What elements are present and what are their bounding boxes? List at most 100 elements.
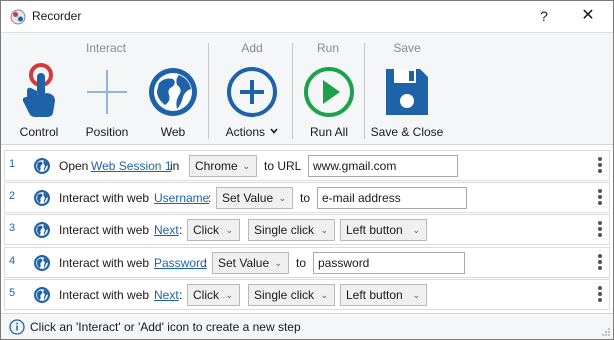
control-label: Control [19, 125, 59, 139]
step-text-prefix: Interact with web [59, 256, 150, 270]
web-button[interactable]: Web [145, 61, 201, 143]
chevron-down-icon: ⌄ [278, 193, 286, 203]
mouse-button-select[interactable]: Left button ⌄ [340, 219, 427, 241]
step-text-prefix: Interact with web [59, 191, 150, 205]
value-input[interactable]: e-mail address [317, 187, 467, 209]
ribbon-toolbar: Interact Add Run Save Control Position W… [1, 32, 613, 145]
url-input[interactable]: www.gmail.com [308, 155, 458, 177]
info-icon [9, 319, 25, 335]
action-select[interactable]: Set Value ⌄ [212, 252, 289, 274]
ribbon-separator [364, 43, 365, 139]
browser-select[interactable]: Chrome ⌄ [189, 155, 257, 177]
chevron-down-icon [270, 127, 278, 135]
title-bar[interactable]: Recorder ? ✕ [1, 1, 613, 32]
status-bar: Click an 'Interact' or 'Add' icon to cre… [1, 313, 613, 339]
step-text-prefix: Open [59, 159, 89, 173]
web-label: Web [160, 125, 186, 139]
globe-icon [34, 190, 50, 206]
group-label-add: Add [241, 41, 263, 55]
web-session-link[interactable]: Web Session 1 [91, 159, 172, 173]
group-label-run: Run [316, 41, 339, 55]
globe-icon [34, 287, 50, 303]
step-number: 5 [9, 287, 16, 299]
close-button[interactable]: ✕ [571, 5, 605, 27]
step-row[interactable]: 3 Interact with web Next : Click ⌄ Singl… [4, 214, 610, 245]
actions-button[interactable]: Actions [219, 61, 285, 143]
chevron-down-icon: ⌄ [242, 161, 250, 171]
recorder-window: Recorder ? ✕ Interact Add Run Save Contr… [0, 0, 614, 340]
chevron-down-icon: ⌄ [412, 225, 420, 235]
click-type-select-value: Single click [254, 223, 315, 237]
more-options-icon[interactable] [597, 286, 603, 304]
step-row[interactable]: 1 Open Web Session 1 in Chrome ⌄ to URL … [4, 150, 610, 181]
step-text-to: to [300, 191, 311, 205]
username-link[interactable]: Username [154, 191, 209, 205]
position-label: Position [85, 125, 129, 139]
pointer-hand-icon [22, 63, 55, 117]
globe-icon [149, 68, 197, 116]
chevron-down-icon: ⌄ [225, 290, 233, 300]
more-options-icon[interactable] [597, 157, 603, 175]
chevron-down-icon: ⌄ [274, 258, 282, 268]
step-text-to-url: to URL [264, 159, 302, 173]
next-link[interactable]: Next [154, 288, 179, 302]
action-select[interactable]: Click ⌄ [187, 219, 240, 241]
step-number: 4 [9, 255, 16, 267]
click-type-select-value: Single click [254, 288, 315, 302]
action-select-value: Click [193, 288, 219, 302]
group-label-save: Save [393, 41, 421, 55]
step-text-colon: : [204, 256, 208, 270]
click-type-select[interactable]: Single click ⌄ [248, 284, 335, 306]
password-link[interactable]: Password [154, 256, 207, 270]
position-button[interactable]: Position [81, 61, 133, 143]
window-title: Recorder [32, 9, 82, 23]
chevron-down-icon: ⌄ [225, 225, 233, 235]
save-close-label: Save & Close [370, 125, 444, 139]
browser-select-value: Chrome [195, 159, 238, 173]
step-text-to: to [296, 256, 307, 270]
step-row[interactable]: 5 Interact with web Next : Click ⌄ Singl… [4, 279, 610, 310]
recorder-app-icon [10, 9, 26, 25]
step-row[interactable]: 4 Interact with web Password : Set Value… [4, 247, 610, 278]
more-options-icon[interactable] [597, 254, 603, 272]
save-close-button[interactable]: Save & Close [367, 61, 447, 143]
action-select-value: Click [193, 223, 219, 237]
value-input[interactable]: password [313, 252, 465, 274]
steps-list: 1 Open Web Session 1 in Chrome ⌄ to URL … [1, 146, 613, 312]
status-message: Click an 'Interact' or 'Add' icon to cre… [30, 320, 301, 334]
step-text-prefix: Interact with web [59, 223, 150, 237]
group-label-interact: Interact [85, 41, 127, 55]
chevron-down-icon: ⌄ [320, 225, 328, 235]
floppy-disk-icon [386, 69, 428, 115]
crosshair-icon [87, 70, 127, 114]
help-button[interactable]: ? [529, 5, 559, 27]
globe-icon [34, 222, 50, 238]
control-button[interactable]: Control [13, 61, 65, 143]
add-circle-icon [227, 67, 277, 117]
step-row[interactable]: 2 Interact with web Username : Set Value… [4, 182, 610, 213]
run-all-label: Run All [309, 125, 349, 139]
mouse-button-select[interactable]: Left button ⌄ [340, 284, 427, 306]
step-number: 2 [9, 190, 16, 202]
ribbon-separator [208, 43, 209, 139]
ribbon-separator [292, 43, 293, 139]
action-select-value: Set Value [222, 191, 274, 205]
action-select[interactable]: Set Value ⌄ [216, 187, 293, 209]
resize-grip-icon[interactable] [601, 327, 611, 337]
step-number: 1 [9, 158, 16, 170]
step-number: 3 [9, 222, 16, 234]
more-options-icon[interactable] [597, 189, 603, 207]
step-text-prefix: Interact with web [59, 288, 150, 302]
play-circle-icon [304, 67, 354, 117]
more-options-icon[interactable] [597, 221, 603, 239]
step-text-colon: : [179, 223, 183, 237]
click-type-select[interactable]: Single click ⌄ [248, 219, 335, 241]
next-link[interactable]: Next [154, 223, 179, 237]
mouse-button-select-value: Left button [346, 288, 403, 302]
globe-icon [34, 158, 50, 174]
action-select-value: Set Value [218, 256, 270, 270]
actions-label-text: Actions [225, 125, 265, 139]
run-all-button[interactable]: Run All [299, 61, 359, 143]
action-select[interactable]: Click ⌄ [187, 284, 240, 306]
chevron-down-icon: ⌄ [412, 290, 420, 300]
